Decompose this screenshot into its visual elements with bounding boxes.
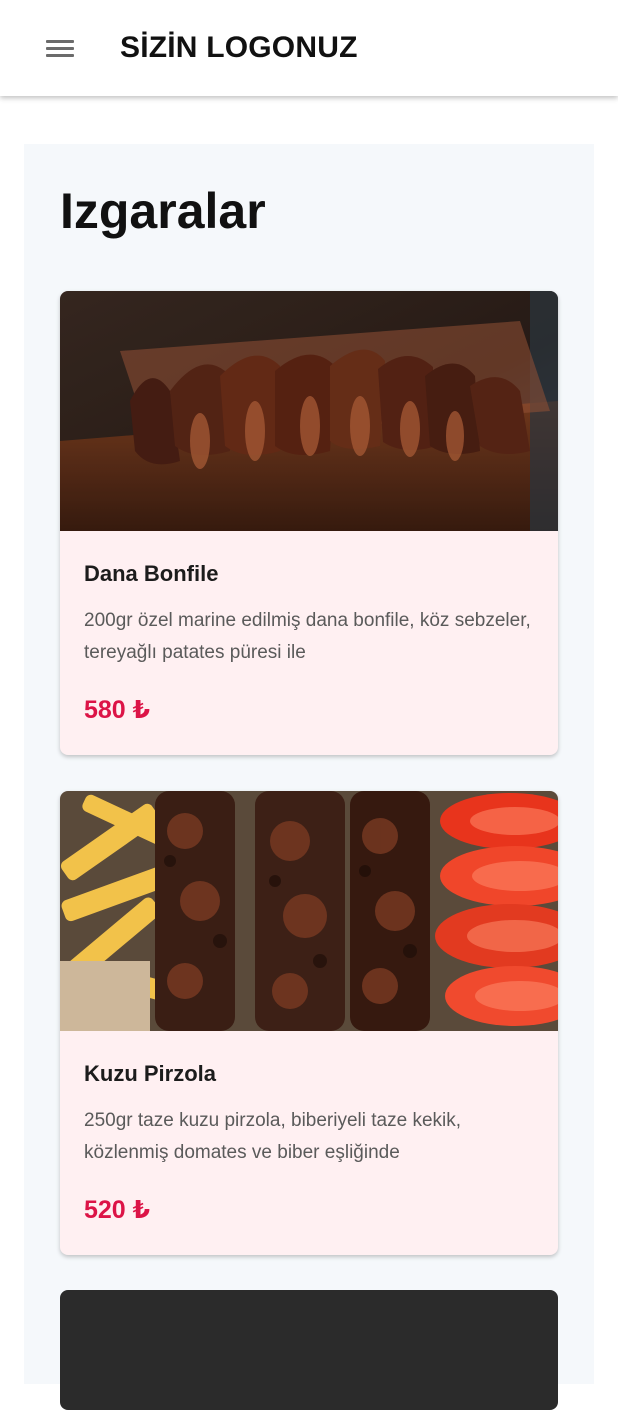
menu-item-card-partial[interactable] — [60, 1290, 558, 1410]
menu-item-price: 580 ₺ — [84, 696, 151, 724]
menu-item-description: 200gr özel marine edilmiş dana bonfile, … — [84, 610, 531, 663]
menu-item-name: Kuzu Pirzola — [84, 1061, 217, 1086]
category-title: Izgaralar — [60, 183, 266, 239]
menu-category-section: Izgaralar Dana Bonfile 200gr özel marine… — [24, 144, 594, 1410]
site-logo[interactable]: SİZİN LOGONUZ — [120, 31, 358, 65]
menu-item-description: 250gr taze kuzu pirzola, biberiyeli taze… — [84, 1110, 462, 1163]
menu-item-name: Dana Bonfile — [84, 561, 219, 586]
menu-item-body: Kuzu Pirzola 250gr taze kuzu pirzola, bi… — [60, 1031, 558, 1255]
hamburger-menu-icon[interactable] — [46, 38, 74, 58]
menu-item-price: 520 ₺ — [84, 1196, 151, 1224]
menu-item-image — [60, 791, 558, 1031]
menu-item-image — [60, 291, 558, 531]
top-app-bar: SİZİN LOGONUZ — [0, 0, 618, 96]
menu-item-card[interactable]: Dana Bonfile 200gr özel marine edilmiş d… — [60, 291, 558, 755]
menu-item-body: Dana Bonfile 200gr özel marine edilmiş d… — [60, 531, 558, 755]
menu-item-card[interactable]: Kuzu Pirzola 250gr taze kuzu pirzola, bi… — [60, 791, 558, 1255]
